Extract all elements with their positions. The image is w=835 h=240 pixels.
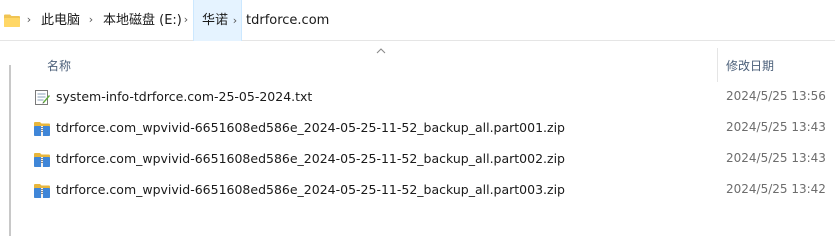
file-row[interactable]: tdrforce.com_wpvivid-6651608ed586e_2024-…	[22, 145, 835, 175]
file-date-modified: 2024/5/25 13:43	[726, 120, 826, 134]
file-date-modified: 2024/5/25 13:43	[726, 151, 826, 165]
folder-icon	[4, 14, 20, 27]
file-date-modified: 2024/5/25 13:56	[726, 89, 826, 103]
breadcrumb-separator[interactable]: ›	[182, 14, 190, 26]
breadcrumb-separator[interactable]: ›	[25, 14, 33, 26]
breadcrumb-local-disk-e[interactable]: 本地磁盘 (E:)	[103, 0, 182, 41]
breadcrumb-separator[interactable]: ›	[87, 14, 95, 26]
file-explorer-window: › 此电脑 › 本地磁盘 (E:) › 华诺 › tdrforce.com 名称…	[0, 0, 835, 236]
file-row[interactable]: tdrforce.com_wpvivid-6651608ed586e_2024-…	[22, 114, 835, 144]
scrollbar-edge[interactable]	[9, 65, 11, 236]
breadcrumb-current-folder[interactable]: tdrforce.com	[246, 0, 329, 41]
column-header-name[interactable]: 名称	[47, 57, 71, 74]
file-row[interactable]: system-info-tdrforce.com-25-05-2024.txt …	[22, 83, 835, 113]
file-name[interactable]: tdrforce.com_wpvivid-6651608ed586e_2024-…	[56, 151, 565, 166]
breadcrumb-separator[interactable]: ›	[229, 0, 242, 41]
zip-file-icon	[34, 122, 50, 136]
column-divider[interactable]	[717, 48, 718, 82]
file-name[interactable]: tdrforce.com_wpvivid-6651608ed586e_2024-…	[56, 120, 565, 135]
breadcrumb-this-pc[interactable]: 此电脑	[41, 0, 80, 41]
file-date-modified: 2024/5/25 13:42	[726, 182, 826, 196]
sort-ascending-icon	[376, 48, 386, 54]
file-name[interactable]: tdrforce.com_wpvivid-6651608ed586e_2024-…	[56, 182, 565, 197]
address-bar[interactable]: › 此电脑 › 本地磁盘 (E:) › 华诺 › tdrforce.com	[0, 0, 835, 41]
zip-file-icon	[34, 153, 50, 167]
column-header-row: 名称 修改日期	[0, 48, 835, 82]
file-name[interactable]: system-info-tdrforce.com-25-05-2024.txt	[56, 89, 312, 104]
zip-file-icon	[34, 184, 50, 198]
file-row[interactable]: tdrforce.com_wpvivid-6651608ed586e_2024-…	[22, 176, 835, 206]
text-file-icon	[35, 90, 50, 105]
column-header-date-modified[interactable]: 修改日期	[726, 57, 774, 74]
